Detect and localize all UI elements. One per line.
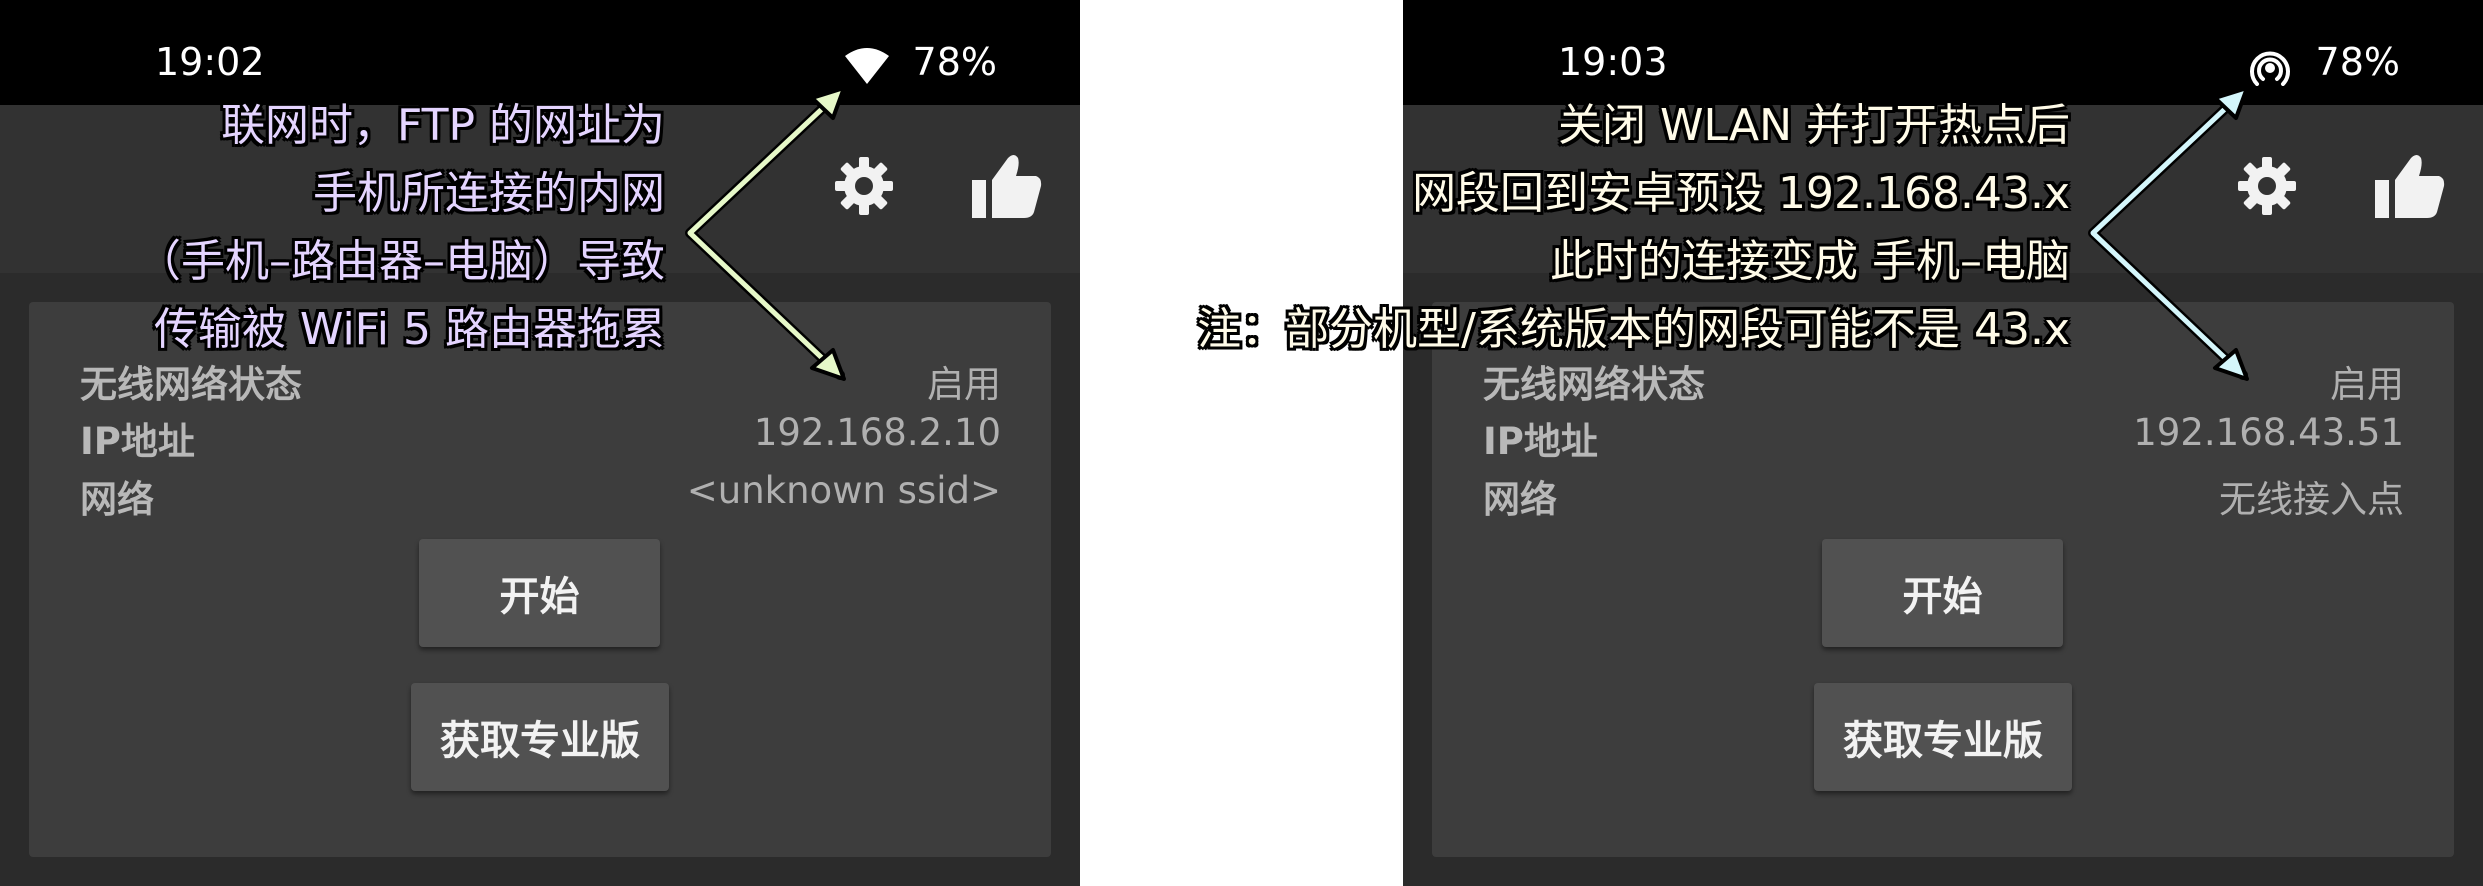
annotation-line: 此时的连接变成 手机–电脑 [1550,236,2070,287]
annotation-line: 手机所连接的内网 [313,168,665,219]
annotation-line: 传输被 WiFi 5 路由器拖累 [153,304,665,355]
annotation-line: （手机–路由器–电脑）导致 [137,236,665,287]
left-annotation-arrow [687,89,843,378]
right-annotation-text: 关闭 WLAN 并打开热点后 网段回到安卓预设 192.168.43.x 此时的… [1197,92,2070,364]
annotation-line: 网段回到安卓预设 192.168.43.x [1412,168,2070,219]
right-annotation-arrow [2090,89,2246,378]
annotation-line: 注：部分机型/系统版本的网段可能不是 43.x [1197,304,2070,355]
left-annotation-text: 联网时，FTP 的网址为 手机所连接的内网 （手机–路由器–电脑）导致 传输被 … [137,92,665,364]
annotation-line: 联网时，FTP 的网址为 [221,100,665,151]
annotation-line: 关闭 WLAN 并打开热点后 [1557,100,2070,151]
